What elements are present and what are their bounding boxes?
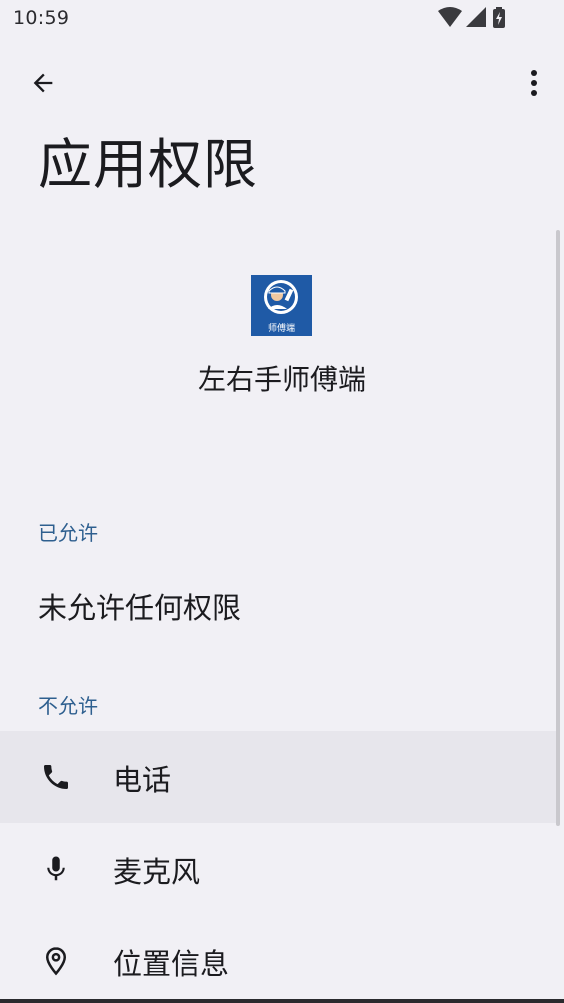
- permissions-screen: 10:59 应用权限 师傅端 左右手师傅端 已允许 未允许任何权限 不允许 电话…: [0, 0, 564, 1003]
- denied-section-header: 不允许: [38, 694, 98, 718]
- allowed-section-header: 已允许: [38, 521, 98, 545]
- permission-label-location: 位置信息: [113, 947, 230, 981]
- scrollbar[interactable]: [556, 230, 560, 826]
- allowed-empty-text: 未允许任何权限: [38, 591, 242, 625]
- status-icons: [438, 7, 524, 31]
- back-button[interactable]: [20, 60, 66, 106]
- app-icon: 师傅端: [251, 275, 312, 336]
- mic-icon: [36, 851, 76, 887]
- more-options-button[interactable]: [516, 60, 552, 106]
- bottom-divider: [0, 999, 564, 1003]
- wifi-icon: [438, 7, 462, 27]
- phone-icon: [36, 759, 76, 795]
- app-bar: [0, 40, 564, 124]
- permission-item-phone[interactable]: 电话: [0, 731, 556, 823]
- permission-item-microphone[interactable]: 麦克风: [0, 823, 556, 915]
- cell-signal-icon: [466, 7, 486, 27]
- permission-label-microphone: 麦克风: [113, 855, 201, 889]
- location-pin-icon: [36, 943, 76, 979]
- more-vert-icon: [531, 70, 537, 96]
- arrow-back-icon: [33, 73, 53, 93]
- permission-item-location[interactable]: 位置信息: [0, 915, 556, 1003]
- permission-label-phone: 电话: [113, 763, 172, 797]
- status-bar: 10:59: [0, 0, 564, 40]
- status-time: 10:59: [13, 7, 70, 29]
- app-icon-badge-text: 师傅端: [267, 324, 295, 334]
- page-title: 应用权限: [38, 133, 258, 196]
- battery-charging-icon: [493, 7, 505, 28]
- app-name: 左右手师傅端: [197, 363, 366, 396]
